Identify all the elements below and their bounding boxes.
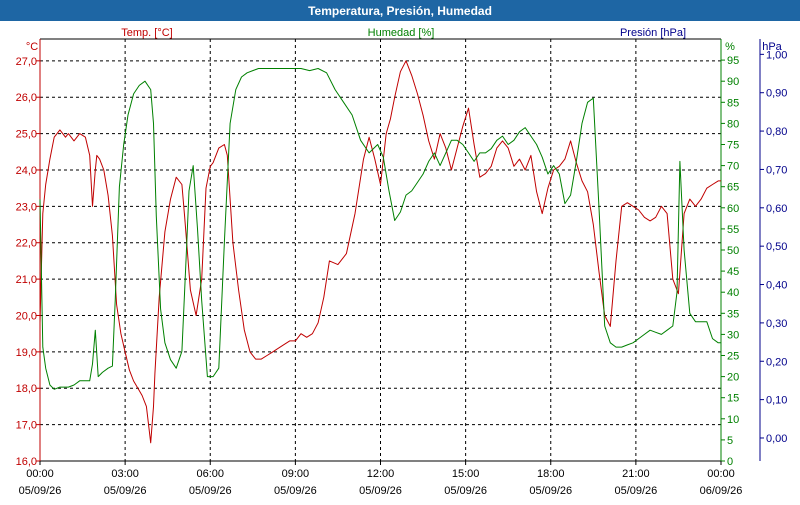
temperature-tick-label: 23,0 <box>16 201 37 213</box>
humidity-tick-label: 35 <box>727 308 739 320</box>
legend-humidity: Humedad [%] <box>368 27 435 39</box>
temperature-tick-label: 26,0 <box>16 92 37 104</box>
x-tick-date-label: 05/09/26 <box>359 485 402 497</box>
x-tick-time-label: 06:00 <box>196 468 224 480</box>
humidity-tick-label: 10 <box>727 414 739 426</box>
x-tick-time-label: 12:00 <box>367 468 395 480</box>
humidity-tick-label: 65 <box>727 182 739 194</box>
chart-area: °C % hPa Temp. [°C] Humedad [%] Presión … <box>0 21 800 500</box>
humidity-tick-label: 5 <box>727 435 733 447</box>
temperature-tick-label: 17,0 <box>16 420 37 432</box>
x-tick-date-label: 05/09/26 <box>444 485 487 497</box>
x-tick-time-label: 21:00 <box>622 468 650 480</box>
humidity-tick-label: 25 <box>727 351 739 363</box>
humidity-tick-label: 55 <box>727 224 739 236</box>
pressure-tick-label: 0,30 <box>766 318 787 330</box>
pressure-tick-label: 0,20 <box>766 356 787 368</box>
pressure-tick-label: 0,90 <box>766 88 787 100</box>
x-tick-time-label: 00:00 <box>707 468 735 480</box>
legend-pressure: Presión [hPa] <box>620 27 686 39</box>
humidity-tick-label: 95 <box>727 55 739 67</box>
humidity-tick-label: 30 <box>727 329 739 341</box>
x-tick-time-label: 15:00 <box>452 468 480 480</box>
x-tick-date-label: 06/09/26 <box>700 485 743 497</box>
humidity-tick-label: 85 <box>727 97 739 109</box>
humidity-tick-label: 50 <box>727 245 739 257</box>
humidity-tick-label: 70 <box>727 161 739 173</box>
humidity-unit-label: % <box>725 41 735 53</box>
x-tick-date-label: 05/09/26 <box>614 485 657 497</box>
humidity-tick-label: 60 <box>727 203 739 215</box>
chart-title: Temperatura, Presión, Humedad <box>308 3 492 18</box>
x-tick-time-label: 09:00 <box>282 468 310 480</box>
pressure-tick-label: 0,70 <box>766 164 787 176</box>
humidity-tick-label: 40 <box>727 287 739 299</box>
x-tick-time-label: 18:00 <box>537 468 565 480</box>
x-tick-time-label: 00:00 <box>26 468 54 480</box>
temperature-tick-label: 25,0 <box>16 129 37 141</box>
temperature-tick-label: 24,0 <box>16 165 37 177</box>
x-tick-date-label: 05/09/26 <box>189 485 232 497</box>
temperature-tick-label: 19,0 <box>16 347 37 359</box>
weather-line-chart: °C % hPa Temp. [°C] Humedad [%] Presión … <box>0 21 800 500</box>
humidity-tick-label: 90 <box>727 76 739 88</box>
pressure-tick-label: 0,60 <box>766 203 787 215</box>
legend-temperature: Temp. [°C] <box>121 27 172 39</box>
temperature-tick-label: 20,0 <box>16 310 37 322</box>
x-tick-date-label: 05/09/26 <box>529 485 572 497</box>
temperature-tick-label: 18,0 <box>16 383 37 395</box>
humidity-tick-label: 75 <box>727 140 739 152</box>
humidity-tick-label: 15 <box>727 393 739 405</box>
temperature-tick-label: 27,0 <box>16 56 37 68</box>
x-tick-time-label: 03:00 <box>111 468 139 480</box>
humidity-tick-label: 80 <box>727 118 739 130</box>
x-tick-date-label: 05/09/26 <box>19 485 62 497</box>
temperature-tick-label: 16,0 <box>16 456 37 468</box>
pressure-tick-label: 0,50 <box>766 241 787 253</box>
pressure-tick-label: 0,80 <box>766 126 787 138</box>
x-tick-date-label: 05/09/26 <box>104 485 147 497</box>
pressure-tick-label: 0,10 <box>766 395 787 407</box>
humidity-tick-label: 0 <box>727 456 733 468</box>
pressure-tick-label: 0,40 <box>766 280 787 292</box>
temperature-unit-label: °C <box>26 41 38 53</box>
x-tick-date-label: 05/09/26 <box>274 485 317 497</box>
pressure-tick-label: 0,00 <box>766 433 787 445</box>
pressure-tick-label: 1,00 <box>766 49 787 61</box>
temperature-tick-label: 21,0 <box>16 274 37 286</box>
chart-title-bar: Temperatura, Presión, Humedad <box>0 0 800 21</box>
temperature-tick-label: 22,0 <box>16 238 37 250</box>
humidity-tick-label: 20 <box>727 372 739 384</box>
humidity-tick-label: 45 <box>727 266 739 278</box>
